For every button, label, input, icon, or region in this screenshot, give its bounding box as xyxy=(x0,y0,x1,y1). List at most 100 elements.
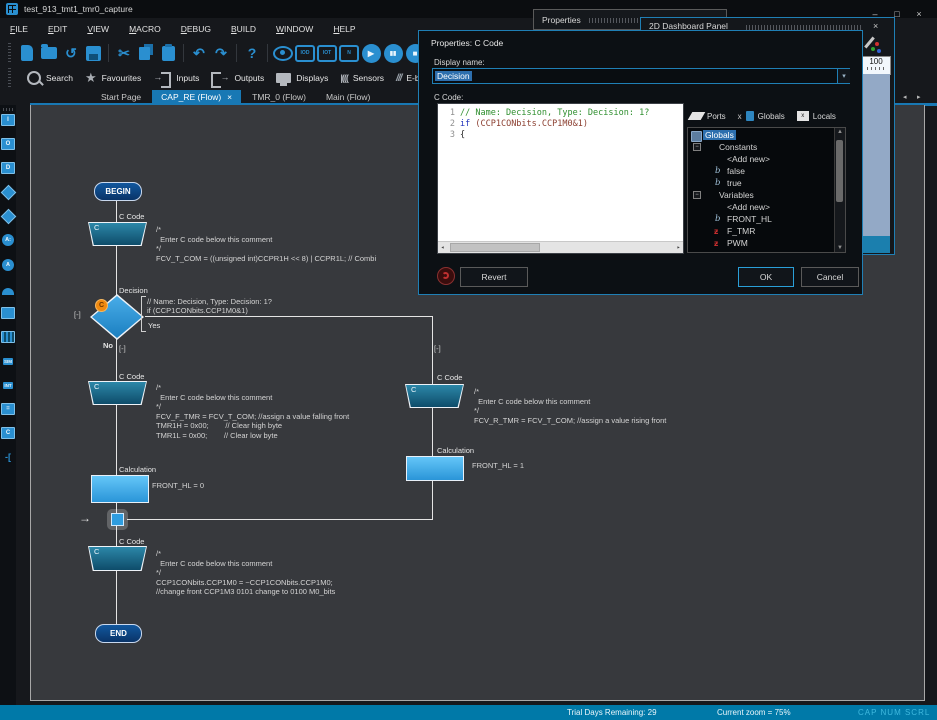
toolbox-loop[interactable] xyxy=(1,306,15,320)
scroll-right-icon[interactable]: ▸ xyxy=(674,244,683,251)
display-name-dropdown[interactable]: ▾ xyxy=(837,69,850,83)
tree-vscrollbar[interactable]: ▲ ▼ xyxy=(834,128,845,252)
expander-icon[interactable]: − xyxy=(693,191,701,199)
toolbar-drag-handle[interactable] xyxy=(8,68,11,88)
menu-build[interactable]: BUILD xyxy=(231,24,256,34)
revert-button[interactable]: Revert xyxy=(460,267,528,287)
panel-close-icon[interactable]: × xyxy=(873,21,878,31)
expander-icon[interactable]: − xyxy=(693,143,701,151)
ccode1-block[interactable]: C xyxy=(88,222,147,246)
chip-iod-button[interactable]: IOD xyxy=(295,42,315,64)
toolbox-simulation[interactable]: SIM xyxy=(1,354,15,368)
scroll-up-icon[interactable]: ▲ xyxy=(835,129,845,135)
close-button[interactable]: × xyxy=(912,9,926,19)
cancel-button[interactable]: Cancel xyxy=(801,267,859,287)
toolbox-switch[interactable] xyxy=(1,209,15,223)
ccode-no-block[interactable]: C xyxy=(88,381,147,405)
toolbox-delay[interactable]: D xyxy=(1,161,15,175)
cut-button[interactable]: ✂ xyxy=(114,42,134,64)
scroll-left-icon[interactable]: ◂ xyxy=(438,244,447,251)
ccode-yes-block[interactable]: C xyxy=(405,384,464,408)
tree-item-front-hl[interactable]: b FRONT_HL xyxy=(689,214,834,226)
tab-globals[interactable]: xGlobals xyxy=(733,107,790,125)
editor-hscrollbar[interactable]: ◂ ▸ xyxy=(438,241,683,253)
reload-button[interactable]: ↺ xyxy=(61,42,81,64)
tab-locals[interactable]: xLocals xyxy=(792,107,841,125)
tab-scroll-right[interactable]: ▸ xyxy=(917,93,921,101)
calc-yes-block[interactable] xyxy=(406,456,464,481)
run-button[interactable]: ▶ xyxy=(361,42,381,64)
tree-item-constants[interactable]: − Constants xyxy=(689,142,834,154)
c-code-editor[interactable]: 1// Name: Decision, Type: Decision: 1? 2… xyxy=(437,103,684,254)
toolbox-drag-handle[interactable] xyxy=(3,108,13,111)
end-block[interactable]: END xyxy=(95,624,142,643)
tree-item-pwm[interactable]: ƶ PWM xyxy=(689,238,834,250)
toolbox-component-macro[interactable] xyxy=(1,330,15,344)
favourites-button[interactable]: ★ Favourites xyxy=(85,70,141,86)
dashboard-slider-knob[interactable] xyxy=(861,236,890,253)
menu-macro[interactable]: MACRO xyxy=(129,24,161,34)
save-button[interactable] xyxy=(83,42,103,64)
begin-block[interactable]: BEGIN xyxy=(94,182,142,201)
tree-item-add-variable[interactable]: <Add new> xyxy=(689,202,834,214)
undo-button[interactable]: ↶ xyxy=(189,42,209,64)
restore-button[interactable]: □ xyxy=(890,9,904,19)
ok-button[interactable]: OK xyxy=(738,267,794,287)
tree-item-variables[interactable]: − Variables xyxy=(689,190,834,202)
toolbox-c-code[interactable]: C xyxy=(1,426,15,440)
toolbox-calculation[interactable]: = xyxy=(1,402,15,416)
menu-file[interactable]: FILE xyxy=(10,24,28,34)
ccode-merge-block[interactable]: C xyxy=(88,546,147,571)
view-button[interactable] xyxy=(273,42,293,64)
outputs-button[interactable]: → Outputs xyxy=(211,72,264,85)
toolbox-decision[interactable] xyxy=(1,185,15,199)
tree-item-f-tmr[interactable]: ƶ F_TMR xyxy=(689,226,834,238)
tree-item-true[interactable]: b true xyxy=(689,178,834,190)
dashboard-slider-track[interactable] xyxy=(861,74,890,236)
tab-start-page[interactable]: Start Page xyxy=(92,90,150,104)
tab-tmr-0-flow[interactable]: TMR_0 (Flow) xyxy=(243,90,315,104)
inputs-button[interactable]: → Inputs xyxy=(153,72,199,85)
globals-tree[interactable]: Globals − Constants <Add new> b false b … xyxy=(687,127,846,253)
yes-branch-collapse[interactable]: [-] xyxy=(434,344,441,353)
menu-edit[interactable]: EDIT xyxy=(48,24,67,34)
tree-item-add-constant[interactable]: <Add new> xyxy=(689,154,834,166)
revert-state-icon[interactable] xyxy=(437,267,455,285)
menu-window[interactable]: WINDOW xyxy=(276,24,313,34)
calc-no-block[interactable] xyxy=(91,475,149,503)
toolbox-connection-point[interactable]: A: xyxy=(1,233,15,247)
minimize-button[interactable]: – xyxy=(868,9,882,19)
menu-debug[interactable]: DEBUG xyxy=(181,24,211,34)
tab-cap-re-flow[interactable]: CAP_RE (Flow) × xyxy=(152,90,241,104)
tree-root-globals[interactable]: Globals xyxy=(689,130,834,142)
new-file-button[interactable] xyxy=(17,42,37,64)
decision-collapse-left[interactable]: [-] xyxy=(74,310,81,319)
toolbox-goto-connection[interactable]: A xyxy=(1,258,15,272)
editor-hscroll-thumb[interactable] xyxy=(450,243,540,252)
paste-button[interactable] xyxy=(158,42,178,64)
open-file-button[interactable] xyxy=(39,42,59,64)
no-branch-collapse[interactable]: [-] xyxy=(119,344,126,353)
menu-view[interactable]: VIEW xyxy=(87,24,109,34)
tab-close-icon[interactable]: × xyxy=(227,92,232,102)
toolbox-comment[interactable]: -[ xyxy=(1,450,15,464)
tab-ports[interactable]: Ports xyxy=(685,107,731,125)
toolbox-output[interactable]: O xyxy=(1,137,15,151)
pause-button[interactable]: ▮▮ xyxy=(383,42,403,64)
scroll-down-icon[interactable]: ▼ xyxy=(835,245,845,251)
tree-item-false[interactable]: b false xyxy=(689,166,834,178)
redo-button[interactable]: ↷ xyxy=(211,42,231,64)
chip-program-button[interactable]: N xyxy=(339,42,359,64)
tree-vscroll-thumb[interactable] xyxy=(836,140,843,202)
toolbar-drag-handle[interactable] xyxy=(8,43,11,63)
tab-main-flow[interactable]: Main (Flow) xyxy=(317,90,379,104)
copy-button[interactable] xyxy=(136,42,156,64)
toolbox-interrupt[interactable]: INT xyxy=(1,378,15,392)
help-button[interactable]: ? xyxy=(242,42,262,64)
sensors-button[interactable]: |((( Sensors xyxy=(340,73,384,83)
menu-help[interactable]: HELP xyxy=(333,24,355,34)
search-button[interactable]: Search xyxy=(27,71,73,85)
chip-iot-button[interactable]: IOT xyxy=(317,42,337,64)
tab-scroll-left[interactable]: ◂ xyxy=(903,93,907,101)
displays-button[interactable]: Displays xyxy=(276,73,328,83)
